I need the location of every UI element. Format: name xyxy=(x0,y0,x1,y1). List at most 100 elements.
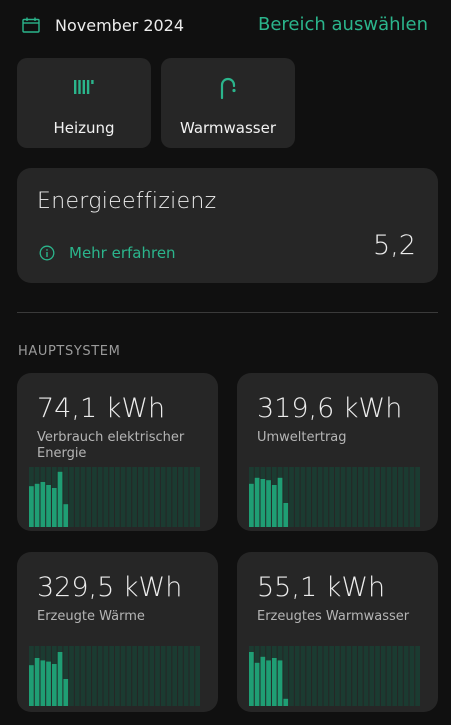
bar-track xyxy=(409,467,415,527)
efficiency-card: Energieeffizienz Mehr erfahren 5,2 xyxy=(17,168,438,283)
learn-more-link[interactable]: Mehr erfahren xyxy=(39,243,176,263)
bar-track xyxy=(132,646,137,706)
daily-bar-chart xyxy=(29,467,200,527)
bar-track xyxy=(137,467,143,527)
bar xyxy=(266,660,271,706)
bar-track xyxy=(335,467,340,527)
card-generated-heat[interactable]: 329,5 kWh Erzeugte Wärme xyxy=(17,552,218,712)
bar-track xyxy=(172,646,178,706)
efficiency-value: 5,2 xyxy=(373,230,416,261)
bar-track xyxy=(294,646,300,706)
tile-heizung[interactable]: Heizung xyxy=(17,58,151,148)
bar xyxy=(34,658,40,706)
bar-track xyxy=(183,646,189,706)
bar-track xyxy=(69,646,74,706)
bar-track xyxy=(80,467,86,527)
card-label: Erzeugtes Warmwasser xyxy=(257,609,410,624)
card-label: Umweltertrag xyxy=(257,430,347,445)
info-icon xyxy=(39,245,55,261)
calendar-icon[interactable] xyxy=(22,17,40,33)
bar-track xyxy=(398,467,403,527)
bar-track xyxy=(398,646,403,706)
bar-track xyxy=(97,646,103,706)
bar-track xyxy=(149,467,155,527)
bar xyxy=(254,477,260,527)
card-value: 329,5 kWh xyxy=(37,572,183,603)
bar-track xyxy=(289,467,294,527)
bar-track xyxy=(74,467,80,527)
bar xyxy=(51,664,57,706)
card-environmental-yield[interactable]: 319,6 kWh Umweltertrag xyxy=(237,373,438,531)
bar-track xyxy=(346,646,352,706)
tile-warmwasser-label: Warmwasser xyxy=(179,119,277,137)
bar-track xyxy=(340,646,346,706)
bar-track xyxy=(415,646,420,706)
bar xyxy=(46,661,51,706)
bar xyxy=(57,652,63,706)
card-generated-hot-water[interactable]: 55,1 kWh Erzeugtes Warmwasser xyxy=(237,552,438,712)
bar-track xyxy=(403,646,409,706)
bar-track xyxy=(312,467,317,527)
bar xyxy=(63,504,69,527)
bar-track xyxy=(352,646,357,706)
bar xyxy=(29,486,34,527)
bar-track xyxy=(160,467,166,527)
bar-track xyxy=(323,467,329,527)
efficiency-title: Energieeffizienz xyxy=(37,189,217,214)
bar-track xyxy=(317,646,323,706)
bar-track xyxy=(97,467,103,527)
select-range-link[interactable]: Bereich auswählen xyxy=(258,14,428,35)
bar-track xyxy=(109,467,114,527)
bar xyxy=(249,652,254,706)
card-electric-consumption[interactable]: 74,1 kWh Verbrauch elektrischer Energie xyxy=(17,373,218,531)
bar-track xyxy=(340,467,346,527)
bar xyxy=(271,485,277,527)
bar-track xyxy=(126,646,132,706)
bar-track xyxy=(86,646,92,706)
bar xyxy=(29,665,34,706)
bar-track xyxy=(415,467,420,527)
card-label: Erzeugte Wärme xyxy=(37,609,145,624)
month-label[interactable]: November 2024 xyxy=(55,16,184,35)
bar-track xyxy=(155,646,160,706)
bar-track xyxy=(409,646,415,706)
daily-bar-chart xyxy=(249,467,420,527)
bar-track xyxy=(403,467,409,527)
bar xyxy=(51,488,57,527)
bar xyxy=(40,482,46,527)
bar xyxy=(271,658,277,706)
bar xyxy=(260,479,266,527)
bar-track xyxy=(189,467,195,527)
bar-track xyxy=(155,467,160,527)
bar-track xyxy=(120,646,126,706)
section-title: HAUPTSYSTEM xyxy=(18,344,121,359)
bar-track xyxy=(195,646,200,706)
bar-track xyxy=(294,467,300,527)
bar xyxy=(266,480,271,527)
faucet-icon xyxy=(161,76,295,100)
bar-track xyxy=(132,467,137,527)
bar-track xyxy=(178,646,183,706)
radiator-icon xyxy=(17,76,151,100)
bar-track xyxy=(300,646,306,706)
bar-track xyxy=(392,467,398,527)
bar-track xyxy=(357,646,363,706)
bar-track xyxy=(380,467,386,527)
bar-track xyxy=(346,467,352,527)
bar xyxy=(249,483,254,527)
bar-track xyxy=(306,646,312,706)
bar-track xyxy=(195,467,200,527)
tile-warmwasser[interactable]: Warmwasser xyxy=(161,58,295,148)
card-label: Verbrauch elektrischer Energie xyxy=(37,430,185,461)
bar-track xyxy=(329,646,334,706)
bar-track xyxy=(178,467,183,527)
bar-track xyxy=(137,646,143,706)
bar-track xyxy=(92,467,97,527)
bar-track xyxy=(115,646,120,706)
bar-track xyxy=(166,646,172,706)
bar-track xyxy=(86,467,92,527)
bar-track xyxy=(283,646,289,706)
bar-track xyxy=(92,646,97,706)
bar-track xyxy=(363,646,369,706)
bar-track xyxy=(357,467,363,527)
